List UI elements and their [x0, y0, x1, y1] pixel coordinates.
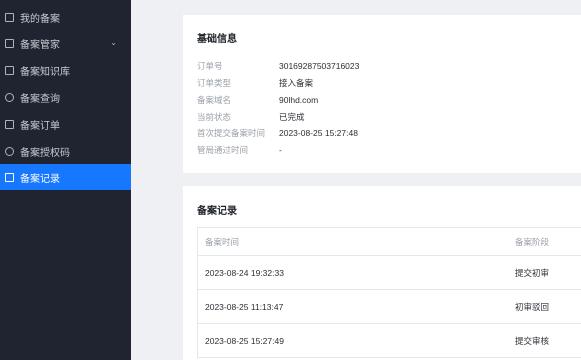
search-icon — [5, 92, 14, 102]
info-label: 备案域名 — [197, 95, 232, 105]
info-label: 订单类型 — [197, 78, 232, 88]
info-circle-icon — [5, 146, 14, 156]
cell-time: 2023-08-25 11:13:47 — [205, 301, 284, 312]
info-label: 管局通过时间 — [197, 145, 249, 155]
sidebar-item-filing-steward[interactable]: 备案管家 ⌄ — [0, 30, 131, 56]
checkbox-icon — [5, 119, 14, 129]
sidebar-item-my-filing[interactable]: 我的备案 — [0, 4, 131, 30]
info-value: - — [279, 145, 282, 155]
chevron-down-icon[interactable]: ⌄ — [110, 38, 117, 47]
column-header-stage: 备案阶段 — [515, 236, 550, 247]
basic-info-card: 基础信息 订单号 30169287503716023 订单类型 接入备案 备案域… — [183, 15, 581, 173]
sidebar-item-label: 备案授权码 — [20, 147, 70, 159]
info-row-order-number: 订单号 30169287503716023 — [197, 59, 359, 73]
sidebar-item-label: 我的备案 — [20, 13, 60, 25]
info-value: 90lhd.com — [279, 95, 319, 105]
square-icon — [5, 12, 14, 22]
sidebar-item-knowledge-base[interactable]: 备案知识库 — [0, 57, 131, 83]
cell-time: 2023-08-24 19:32:33 — [205, 267, 284, 278]
sidebar-item-filing-query[interactable]: 备案查询 — [0, 84, 131, 110]
info-row-order-type: 订单类型 接入备案 — [197, 76, 313, 90]
cell-stage: 初审驳回 — [515, 301, 550, 312]
cell-time: 2023-08-25 15:27:49 — [205, 335, 284, 346]
info-row-status: 当前状态 已完成 — [197, 110, 305, 124]
info-label: 订单号 — [197, 61, 223, 71]
document-icon — [5, 172, 14, 182]
info-row-first-submit-time: 首次提交备案时间 2023-08-25 15:27:48 — [197, 126, 358, 140]
info-label: 首次提交备案时间 — [197, 128, 266, 138]
card-title: 基础信息 — [197, 34, 237, 45]
sidebar-item-label: 备案订单 — [20, 120, 60, 132]
table-header: 备案时间 备案阶段 — [198, 228, 581, 256]
sidebar-item-label: 备案记录 — [20, 173, 60, 185]
info-row-domain: 备案域名 90lhd.com — [197, 93, 318, 107]
sidebar-item-auth-code[interactable]: 备案授权码 — [0, 138, 131, 164]
table-row: 2023-08-24 19:32:33 提交初审 — [198, 256, 581, 290]
records-table: 备案时间 备案阶段 2023-08-24 19:32:33 提交初审 2023-… — [197, 227, 581, 358]
info-value: 已完成 — [279, 112, 305, 122]
info-value: 2023-08-25 15:27:48 — [279, 128, 358, 138]
cell-stage: 提交审核 — [515, 335, 550, 346]
info-value: 30169287503716023 — [279, 61, 360, 71]
filing-records-card: 备案记录 备案时间 备案阶段 2023-08-24 19:32:33 提交初审 … — [183, 186, 581, 360]
table-row: 2023-08-25 11:13:47 初审驳回 — [198, 290, 581, 324]
sidebar-item-label: 备案管家 — [20, 39, 60, 51]
book-icon — [5, 65, 14, 75]
card-title: 备案记录 — [197, 206, 237, 217]
sidebar-item-filing-records[interactable]: 备案记录 — [0, 164, 131, 190]
sidebar-item-label: 备案知识库 — [20, 66, 70, 78]
info-value: 接入备案 — [279, 78, 314, 88]
table-row: 2023-08-25 15:27:49 提交审核 — [198, 324, 581, 358]
info-square-icon — [5, 38, 14, 48]
info-row-approval-time: 管局通过时间 - — [197, 143, 282, 157]
column-header-time: 备案时间 — [205, 236, 240, 247]
sidebar: 我的备案 备案管家 ⌄ 备案知识库 备案查询 备案订单 备案授权码 备案记录 — [0, 0, 131, 360]
sidebar-item-filing-orders[interactable]: 备案订单 — [0, 111, 131, 137]
sidebar-item-label: 备案查询 — [20, 93, 60, 105]
info-label: 当前状态 — [197, 112, 232, 122]
cell-stage: 提交初审 — [515, 267, 550, 278]
